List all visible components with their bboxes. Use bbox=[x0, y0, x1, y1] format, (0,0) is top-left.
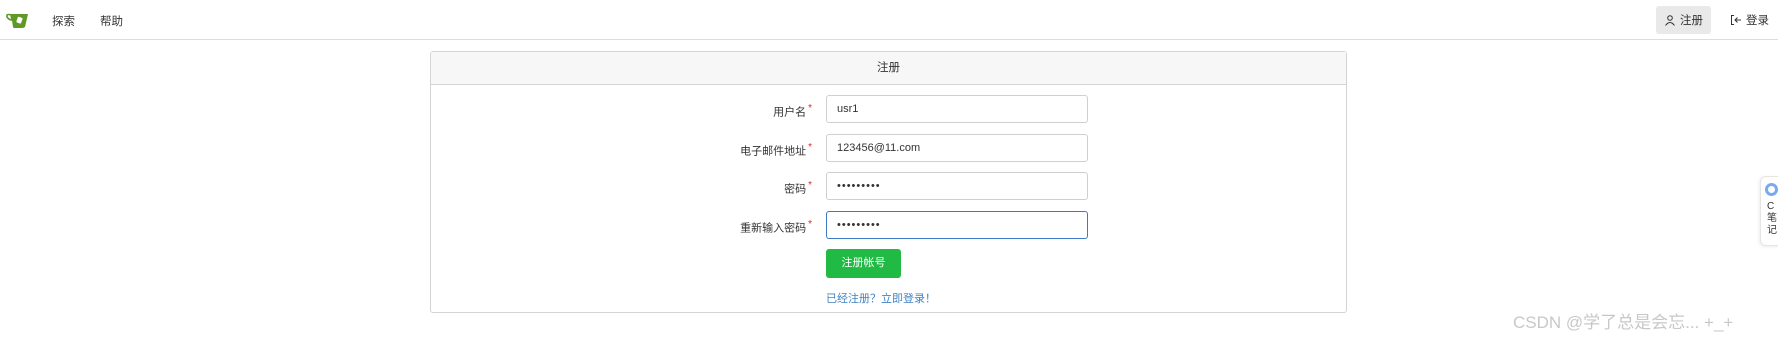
csdn-watermark: CSDN @学了总是会忘... +_+ bbox=[1513, 313, 1734, 332]
email-label: 电子邮件地址 * bbox=[740, 142, 812, 158]
password-label: 密码 * bbox=[784, 180, 812, 196]
gitea-logo-icon[interactable] bbox=[6, 11, 30, 29]
confirm-password-label: 重新输入密码 * bbox=[740, 219, 812, 235]
person-icon bbox=[1665, 15, 1675, 26]
nav-login-label: 登录 bbox=[1746, 15, 1769, 27]
sign-in-icon bbox=[1731, 15, 1741, 25]
side-widget-text: C笔记 bbox=[1767, 201, 1777, 236]
required-mark: * bbox=[808, 142, 812, 153]
top-navbar: 探索 帮助 注册 登录 bbox=[0, 0, 1778, 40]
username-input[interactable]: usr1 bbox=[826, 95, 1088, 123]
email-row: 电子邮件地址 * 123456@11.com bbox=[431, 134, 1346, 162]
nav-login-button[interactable]: 登录 bbox=[1722, 6, 1777, 34]
required-mark: * bbox=[808, 103, 812, 114]
email-input[interactable]: 123456@11.com bbox=[826, 134, 1088, 162]
nav-explore-link[interactable]: 探索 bbox=[52, 13, 75, 29]
confirm-password-row: 重新输入密码 * ••••••••• bbox=[431, 211, 1346, 239]
panel-title: 注册 bbox=[431, 52, 1346, 85]
nav-help-link[interactable]: 帮助 bbox=[100, 13, 123, 29]
side-note-widget[interactable]: C笔记 bbox=[1760, 176, 1778, 246]
login-link[interactable]: 已经注册？立即登录！ bbox=[826, 290, 936, 306]
nav-register-label: 注册 bbox=[1680, 15, 1703, 27]
register-submit-button[interactable]: 注册帐号 bbox=[826, 249, 901, 278]
password-input[interactable]: ••••••••• bbox=[826, 172, 1088, 200]
username-row: 用户名 * usr1 bbox=[431, 95, 1346, 123]
required-mark: * bbox=[808, 180, 812, 191]
username-label: 用户名 * bbox=[773, 103, 812, 119]
confirm-password-input[interactable]: ••••••••• bbox=[826, 211, 1088, 239]
note-circle-icon bbox=[1765, 183, 1778, 196]
required-mark: * bbox=[808, 219, 812, 230]
nav-register-button[interactable]: 注册 bbox=[1656, 6, 1711, 34]
register-panel: 注册 用户名 * usr1 电子邮件地址 * 123456@11.com 密码 * •… bbox=[430, 51, 1347, 313]
password-row: 密码 * ••••••••• bbox=[431, 172, 1346, 200]
